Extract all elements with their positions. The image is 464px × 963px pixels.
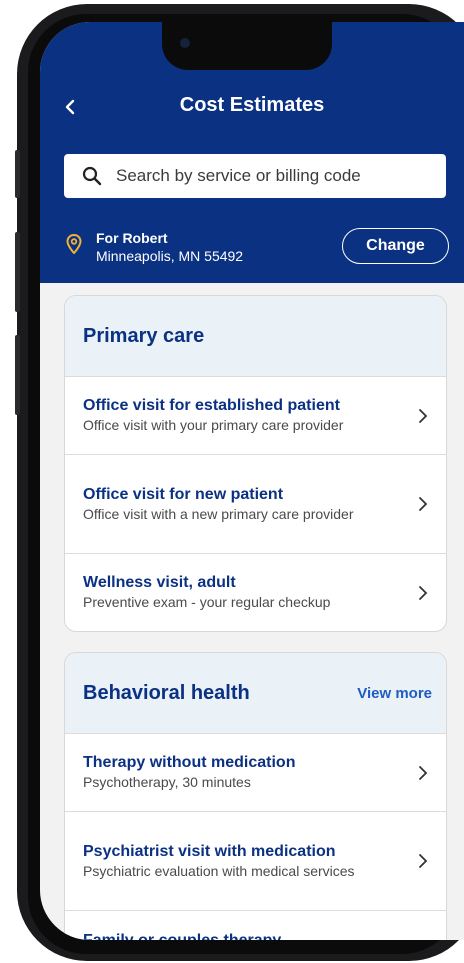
chevron-right-icon [419, 585, 428, 600]
item-subtitle: Office visit with your primary care prov… [83, 417, 344, 433]
volume-up-button [15, 232, 20, 312]
card-header: Primary care [65, 296, 446, 376]
section-title: Primary care [83, 324, 205, 347]
page-title: Cost Estimates [179, 94, 325, 116]
notch [162, 22, 332, 70]
list-item[interactable]: Office visit for new patient Office visi… [65, 454, 446, 553]
search-icon [82, 166, 102, 186]
primary-care-card: Primary care Office visit for establishe… [64, 295, 447, 632]
location-city: Minneapolis, MN 55492 [96, 248, 244, 264]
item-title: Therapy without medication [83, 754, 296, 771]
item-title: Office visit for new patient [83, 485, 284, 503]
list-item[interactable]: Psychiatrist visit with medication Psych… [65, 811, 446, 910]
behavioral-health-card: Behavioral health View more Therapy with… [64, 652, 447, 940]
list-item[interactable]: Wellness visit, adult Preventive exam - … [65, 553, 446, 631]
list-item[interactable]: Therapy without medication Psychotherapy… [65, 733, 446, 811]
location-name: For Robert [96, 230, 168, 246]
chevron-right-icon [419, 854, 428, 868]
change-location-button[interactable]: Change [342, 228, 449, 264]
volume-down-button [15, 335, 20, 415]
item-title: Psychiatrist visit with medication [83, 842, 336, 860]
item-title: Wellness visit, adult [83, 574, 236, 591]
item-subtitle: Psychiatric evaluation with medical serv… [83, 862, 355, 879]
search-input[interactable] [116, 166, 416, 186]
item-subtitle: Psychotherapy, 30 minutes [83, 774, 251, 790]
item-subtitle: Office visit with a new primary care pro… [83, 505, 354, 522]
location-pin-icon [66, 234, 82, 254]
item-subtitle: Preventive exam - your regular checkup [83, 594, 331, 610]
list-item[interactable]: Office visit for established patient Off… [65, 376, 446, 454]
list-item[interactable]: Family or couples therapy [65, 910, 446, 940]
chevron-right-icon [419, 408, 428, 423]
item-title: Family or couples therapy [83, 931, 428, 940]
search-bar[interactable] [64, 154, 446, 198]
item-title: Office visit for established patient [83, 397, 340, 414]
card-header: Behavioral health View more [65, 653, 446, 733]
view-more-link[interactable]: View more [357, 685, 432, 702]
section-title: Behavioral health [83, 681, 250, 704]
app-screen: Cost Estimates For Robert Minneapolis, M… [40, 22, 464, 940]
chevron-right-icon [419, 765, 428, 780]
camera-icon [180, 38, 190, 48]
mute-switch [15, 150, 20, 198]
chevron-right-icon [419, 497, 428, 511]
